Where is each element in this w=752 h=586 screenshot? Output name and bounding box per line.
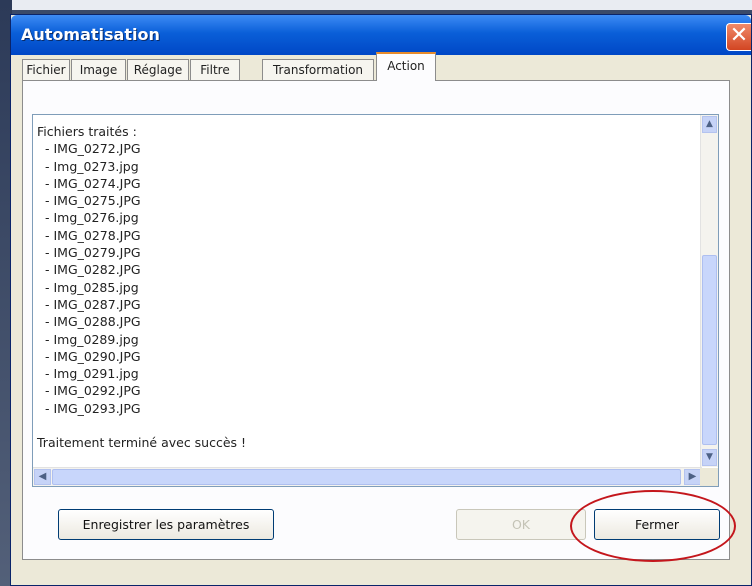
horizontal-scroll-thumb[interactable] — [52, 469, 681, 485]
horizontal-scrollbar[interactable]: ◀ ▶ — [33, 467, 702, 486]
log-header: Fichiers traités : — [37, 124, 137, 139]
log-file-item: - Img_0289.jpg — [45, 331, 139, 347]
scroll-right-button[interactable]: ▶ — [684, 469, 701, 485]
log-file-item: - Img_0276.jpg — [45, 210, 139, 226]
processing-log-textarea[interactable]: Fichiers traités : - IMG_0272.JPG - Img_… — [32, 114, 719, 487]
tab-image[interactable]: Image — [71, 59, 126, 80]
log-file-item: - IMG_0292.JPG — [45, 383, 141, 399]
log-file-item: - IMG_0288.JPG — [45, 314, 141, 330]
scroll-left-button[interactable]: ◀ — [34, 469, 51, 485]
vertical-scrollbar[interactable]: ▲ ▼ — [700, 115, 718, 467]
chevron-left-icon: ◀ — [38, 471, 47, 482]
scroll-up-button[interactable]: ▲ — [702, 116, 717, 133]
log-file-item: - Img_0285.jpg — [45, 279, 139, 295]
highlight-circle-annotation — [570, 490, 736, 562]
scroll-down-button[interactable]: ▼ — [702, 449, 717, 466]
log-file-item: - IMG_0274.JPG — [45, 175, 141, 191]
log-file-item: - IMG_0293.JPG — [45, 400, 141, 416]
scrollbar-corner — [700, 468, 718, 486]
log-file-item: - IMG_0290.JPG — [45, 348, 141, 364]
log-spacer — [37, 417, 687, 434]
log-file-item: - IMG_0282.JPG — [45, 262, 141, 278]
vertical-scroll-thumb[interactable] — [702, 255, 717, 445]
save-settings-button[interactable]: Enregistrer les paramètres — [58, 509, 274, 540]
chevron-down-icon: ▼ — [706, 452, 713, 462]
tab-action[interactable]: Action — [376, 52, 436, 81]
background-strip-top — [0, 0, 752, 10]
log-file-item: - Img_0291.jpg — [45, 366, 139, 382]
tab-fichier[interactable]: Fichier — [22, 59, 70, 80]
title-bar[interactable]: Automatisation ✕ — [11, 15, 751, 55]
log-file-item: - IMG_0287.JPG — [45, 296, 141, 312]
tab-transformation[interactable]: Transformation — [262, 59, 374, 80]
log-file-item: - Img_0273.jpg — [45, 158, 139, 174]
log-file-item: - IMG_0279.JPG — [45, 245, 141, 261]
log-file-item: - IMG_0272.JPG — [45, 141, 141, 157]
log-success-message: Traitement terminé avec succès ! — [37, 435, 247, 451]
close-icon: ✕ — [729, 23, 749, 48]
chevron-right-icon: ▶ — [688, 471, 697, 482]
log-file-item: - IMG_0278.JPG — [45, 227, 141, 243]
ok-button[interactable]: OK — [456, 509, 586, 540]
close-window-button[interactable]: ✕ — [726, 23, 751, 51]
chevron-up-icon: ▲ — [706, 119, 713, 129]
tab-reglage[interactable]: Réglage — [127, 59, 189, 80]
log-file-item: - IMG_0275.JPG — [45, 193, 141, 209]
log-content: Fichiers traités : - IMG_0272.JPG - Img_… — [37, 123, 687, 451]
window-title: Automatisation — [21, 25, 160, 44]
tab-filtre[interactable]: Filtre — [190, 59, 240, 80]
